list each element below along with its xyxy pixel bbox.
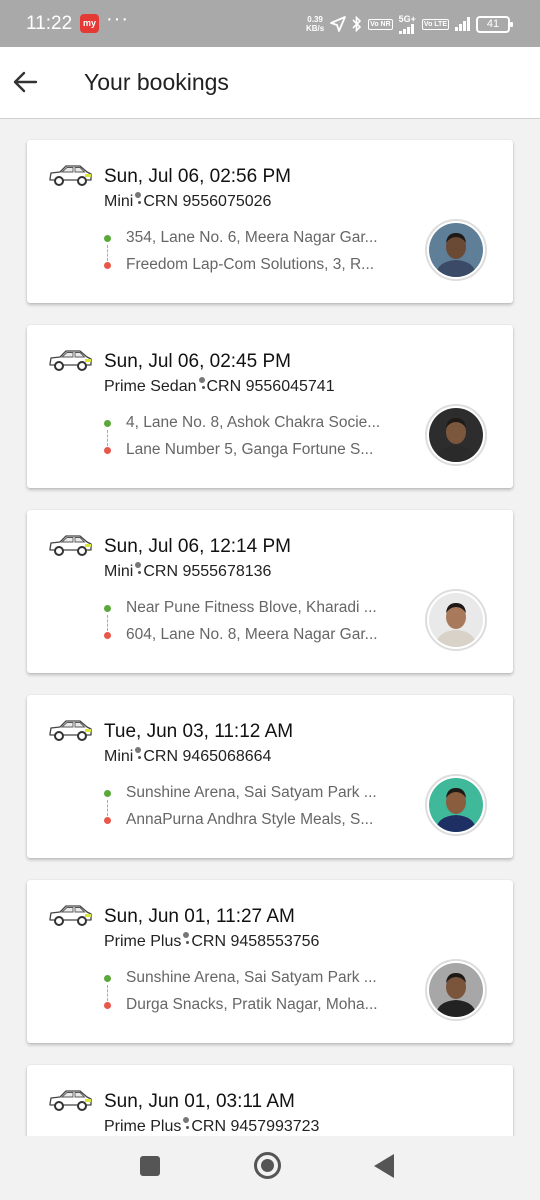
booking-category: Prime Plus xyxy=(104,1118,182,1135)
car-icon xyxy=(49,165,92,186)
drop-dot-icon xyxy=(104,447,111,454)
route-line xyxy=(107,615,108,631)
booking-datetime: Sun, Jun 01, 03:11 AM xyxy=(104,1091,295,1112)
booking-card[interactable]: Sun, Jun 01, 11:27 AM Prime Plus CRN 9458… xyxy=(27,880,513,1043)
drop-address: Lane Number 5, Ganga Fortune S... xyxy=(126,441,374,458)
driver-photo xyxy=(429,963,483,1017)
driver-avatar xyxy=(425,774,487,836)
drop-dot-icon xyxy=(104,262,111,269)
driver-avatar xyxy=(425,589,487,651)
booking-category: Prime Plus xyxy=(104,933,182,950)
booking-category-crn: Mini CRN 9556075026 xyxy=(104,192,272,211)
booking-category: Mini xyxy=(104,748,134,765)
route-line xyxy=(107,430,108,446)
driver-photo xyxy=(429,593,483,647)
booking-datetime: Tue, Jun 03, 11:12 AM xyxy=(104,721,294,742)
bookings-list[interactable]: Sun, Jul 06, 02:56 PM Mini CRN 9556075026… xyxy=(0,120,540,1136)
booking-category-crn: Prime Plus CRN 9458553756 xyxy=(104,932,320,951)
driver-avatar xyxy=(425,959,487,1021)
recents-button[interactable] xyxy=(140,1156,160,1176)
volte-nr-badge: Vo NR xyxy=(368,18,393,30)
pickup-address: Sunshine Arena, Sai Satyam Park ... xyxy=(126,784,377,801)
drop-dot-icon xyxy=(104,632,111,639)
car-icon xyxy=(49,905,92,926)
booking-category-crn: Prime Sedan CRN 9556045741 xyxy=(104,377,335,396)
app-bar: Your bookings xyxy=(0,47,540,119)
pickup-dot-icon xyxy=(104,975,111,982)
car-icon xyxy=(49,720,92,741)
drop-address: 604, Lane No. 8, Meera Nagar Gar... xyxy=(126,626,378,643)
pickup-dot-icon xyxy=(104,605,111,612)
system-nav-bar xyxy=(0,1136,540,1200)
signal-icon xyxy=(455,17,470,31)
booking-card[interactable]: Sun, Jul 06, 12:14 PM Mini CRN 9555678136… xyxy=(27,510,513,673)
pickup-dot-icon xyxy=(104,790,111,797)
location-icon xyxy=(330,16,347,32)
route-line xyxy=(107,800,108,816)
booking-category-crn: Mini CRN 9555678136 xyxy=(104,562,272,581)
route-line xyxy=(107,985,108,1001)
page-title: Your bookings xyxy=(84,69,229,95)
separator-dot-icon xyxy=(197,377,207,391)
booking-category-crn: Prime Plus CRN 9457993723 xyxy=(104,1117,320,1136)
booking-crn: CRN 9457993723 xyxy=(191,1118,320,1135)
app-notification-icon: my xyxy=(80,14,99,33)
separator-dot-icon xyxy=(181,932,191,946)
bluetooth-icon xyxy=(352,15,362,33)
driver-avatar xyxy=(425,219,487,281)
booking-crn: CRN 9458553756 xyxy=(191,933,320,950)
car-icon xyxy=(49,535,92,556)
signal-icon xyxy=(398,23,414,34)
drop-address: AnnaPurna Andhra Style Meals, S... xyxy=(126,811,374,828)
status-bar: 11:22 my ··· 0.39 KB/s Vo NR 5G+ Vo LTE … xyxy=(0,0,540,47)
booking-category: Mini xyxy=(104,193,134,210)
driver-avatar xyxy=(425,404,487,466)
more-notifications-icon: ··· xyxy=(106,8,129,30)
arrow-left-icon xyxy=(13,71,38,93)
drop-dot-icon xyxy=(104,1002,111,1009)
booking-category: Mini xyxy=(104,563,134,580)
booking-datetime: Sun, Jun 01, 11:27 AM xyxy=(104,906,295,927)
booking-card[interactable]: Sun, Jul 06, 02:56 PM Mini CRN 9556075026… xyxy=(27,140,513,303)
pickup-address: 4, Lane No. 8, Ashok Chakra Socie... xyxy=(126,414,381,431)
booking-crn: CRN 9465068664 xyxy=(143,748,272,765)
status-time: 11:22 xyxy=(26,13,73,34)
car-icon xyxy=(49,1090,92,1111)
booking-card[interactable]: Sun, Jul 06, 02:45 PM Prime Sedan CRN 955… xyxy=(27,325,513,488)
booking-card[interactable]: Sun, Jun 01, 03:11 AM Prime Plus CRN 9457… xyxy=(27,1065,513,1136)
pickup-dot-icon xyxy=(104,235,111,242)
network-type: 5G+ xyxy=(398,13,416,24)
booking-datetime: Sun, Jul 06, 12:14 PM xyxy=(104,536,291,557)
separator-dot-icon xyxy=(133,747,143,761)
drop-address: Durga Snacks, Pratik Nagar, Moha... xyxy=(126,996,378,1013)
route-line xyxy=(107,245,108,261)
network-speed: 0.39 KB/s xyxy=(305,15,325,33)
driver-photo xyxy=(429,223,483,277)
driver-photo xyxy=(429,778,483,832)
back-button[interactable] xyxy=(6,63,44,101)
booking-category: Prime Sedan xyxy=(104,378,197,395)
home-button[interactable] xyxy=(254,1152,281,1179)
separator-dot-icon xyxy=(133,562,143,576)
pickup-address: 354, Lane No. 6, Meera Nagar Gar... xyxy=(126,229,378,246)
pickup-dot-icon xyxy=(104,420,111,427)
booking-category-crn: Mini CRN 9465068664 xyxy=(104,747,272,766)
booking-datetime: Sun, Jul 06, 02:45 PM xyxy=(104,351,291,372)
volte-lte-badge: Vo LTE xyxy=(421,18,449,30)
drop-address: Freedom Lap-Com Solutions, 3, R... xyxy=(126,256,375,273)
car-icon xyxy=(49,350,92,371)
booking-crn: CRN 9556045741 xyxy=(206,378,335,395)
battery-icon: 41 xyxy=(476,15,513,33)
booking-crn: CRN 9556075026 xyxy=(143,193,272,210)
booking-datetime: Sun, Jul 06, 02:56 PM xyxy=(104,166,291,187)
system-back-button[interactable] xyxy=(374,1154,394,1178)
booking-crn: CRN 9555678136 xyxy=(143,563,272,580)
pickup-address: Sunshine Arena, Sai Satyam Park ... xyxy=(126,969,377,986)
separator-dot-icon xyxy=(133,192,143,206)
drop-dot-icon xyxy=(104,817,111,824)
pickup-address: Near Pune Fitness Blove, Kharadi ... xyxy=(126,599,377,616)
driver-photo xyxy=(429,408,483,462)
booking-card[interactable]: Tue, Jun 03, 11:12 AM Mini CRN 9465068664… xyxy=(27,695,513,858)
separator-dot-icon xyxy=(181,1117,191,1131)
